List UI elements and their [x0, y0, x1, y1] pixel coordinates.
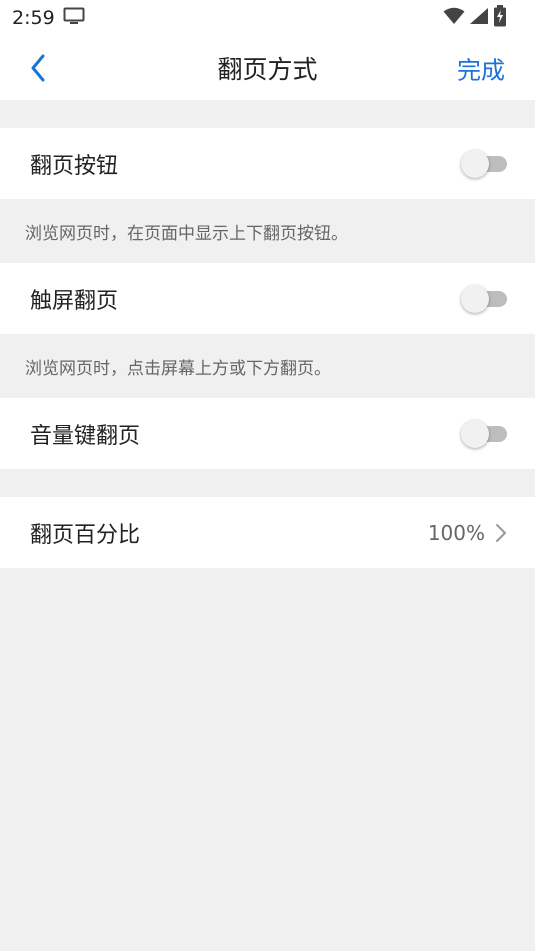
wifi-icon: [443, 7, 465, 29]
done-button[interactable]: 完成: [457, 51, 505, 86]
page-button-toggle[interactable]: [461, 149, 507, 178]
status-time: 2:59: [12, 7, 55, 29]
setting-label: 翻页按钮: [30, 153, 119, 179]
chevron-left-icon: [31, 54, 45, 82]
setting-description: 浏览网页时，点击屏幕上方或下方翻页。: [0, 334, 535, 398]
back-button[interactable]: [24, 52, 52, 84]
setting-label: 翻页百分比: [30, 522, 141, 548]
setting-row-volume-key-page[interactable]: 音量键翻页: [0, 398, 535, 469]
toggle-thumb: [461, 149, 489, 178]
setting-label: 音量键翻页: [30, 423, 141, 449]
status-bar: 2:59: [0, 0, 535, 36]
page-title: 翻页方式: [217, 55, 318, 84]
setting-label: 触屏翻页: [30, 288, 119, 314]
section-gap: [0, 469, 535, 497]
status-left: 2:59: [12, 7, 85, 30]
setting-description: 浏览网页时，在页面中显示上下翻页按钮。: [0, 199, 535, 263]
toggle-thumb: [461, 284, 489, 313]
screen-cast-icon: [63, 7, 85, 30]
cell-signal-icon: [469, 7, 489, 29]
toggle-thumb: [461, 419, 489, 448]
status-right: [443, 5, 507, 31]
volume-key-page-toggle[interactable]: [461, 419, 507, 448]
chevron-right-icon: [496, 523, 506, 542]
setting-row-page-button[interactable]: 翻页按钮: [0, 128, 535, 199]
battery-charging-icon: [493, 5, 507, 31]
section-gap: [0, 100, 535, 128]
page-percent-value: 100%: [427, 520, 485, 545]
setting-row-page-percent[interactable]: 翻页百分比 100%: [0, 497, 535, 568]
row-right: 100%: [428, 521, 507, 545]
touch-page-toggle[interactable]: [461, 284, 507, 313]
setting-row-touch-page[interactable]: 触屏翻页: [0, 263, 535, 334]
nav-bar: 翻页方式 完成: [0, 36, 535, 100]
